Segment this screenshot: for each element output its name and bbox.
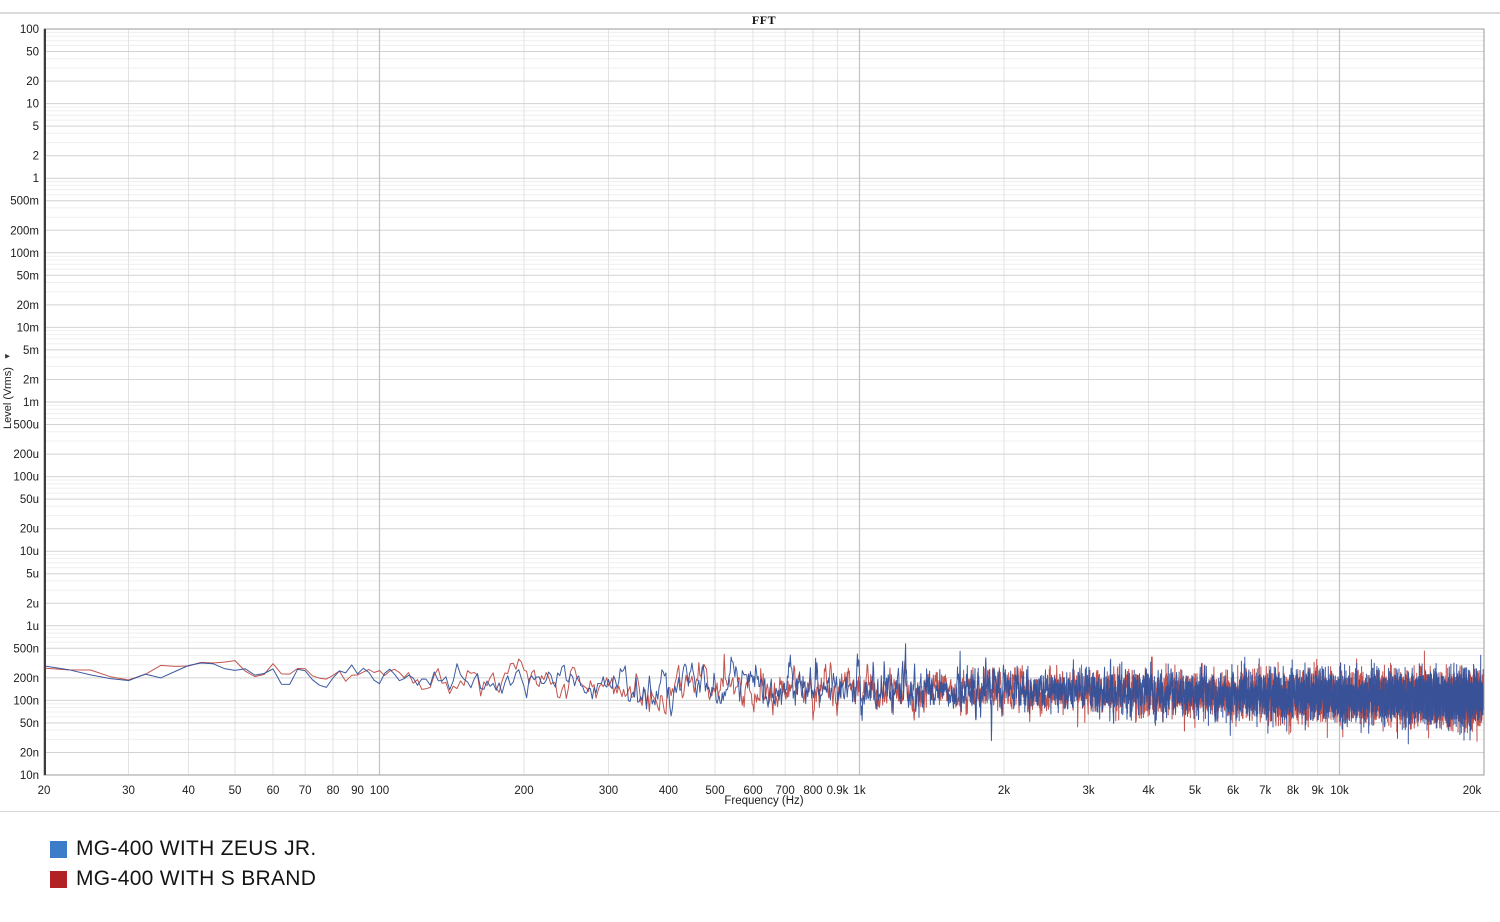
legend-item-zeus-jr: MG-400 WITH ZEUS JR. bbox=[50, 834, 317, 864]
svg-text:50u: 50u bbox=[20, 494, 39, 506]
svg-text:10: 10 bbox=[26, 99, 39, 111]
y-axis-title: Level (Vrms) ◄ bbox=[2, 352, 14, 429]
y-axis-title-text: Level (Vrms) bbox=[2, 367, 14, 429]
svg-text:5: 5 bbox=[33, 121, 39, 133]
x-axis-title: Frequency (Hz) bbox=[44, 795, 1484, 807]
series-color-swatch-blue bbox=[50, 841, 67, 858]
svg-text:1u: 1u bbox=[26, 621, 39, 633]
legend-item-s-brand: MG-400 WITH S BRAND bbox=[50, 864, 317, 894]
svg-text:100n: 100n bbox=[13, 695, 39, 707]
series-label: MG-400 WITH S BRAND bbox=[76, 867, 316, 891]
svg-text:100u: 100u bbox=[13, 472, 39, 484]
svg-text:1m: 1m bbox=[23, 397, 39, 409]
panel-bottom-border bbox=[0, 811, 1500, 812]
svg-text:20: 20 bbox=[26, 76, 39, 88]
svg-text:200u: 200u bbox=[13, 449, 39, 461]
plot-area: 100 50 20 10 5 2 1 500m 200m 100m 50m 20m 10m 5m 2m 1m 5… bbox=[0, 0, 1500, 830]
legend: MG-400 WITH ZEUS JR. MG-400 WITH S BRAND bbox=[50, 834, 317, 894]
svg-text:500u: 500u bbox=[13, 419, 39, 431]
svg-text:20n: 20n bbox=[20, 748, 39, 760]
svg-text:500n: 500n bbox=[13, 643, 39, 655]
svg-text:1: 1 bbox=[33, 173, 39, 185]
axis-cursor-icon: ◄ bbox=[3, 352, 12, 361]
svg-text:50n: 50n bbox=[20, 718, 39, 730]
svg-text:2m: 2m bbox=[23, 375, 39, 387]
svg-text:2u: 2u bbox=[26, 598, 39, 610]
svg-text:5m: 5m bbox=[23, 345, 39, 357]
svg-text:10u: 10u bbox=[20, 546, 39, 558]
svg-text:2: 2 bbox=[33, 151, 39, 163]
svg-text:10m: 10m bbox=[17, 322, 39, 334]
svg-text:100m: 100m bbox=[10, 248, 39, 260]
svg-text:100: 100 bbox=[20, 24, 39, 36]
svg-text:20u: 20u bbox=[20, 524, 39, 536]
svg-text:50m: 50m bbox=[17, 270, 39, 282]
svg-text:200m: 200m bbox=[10, 225, 39, 237]
svg-text:500m: 500m bbox=[10, 196, 39, 208]
svg-text:5u: 5u bbox=[26, 569, 39, 581]
svg-text:200n: 200n bbox=[13, 673, 39, 685]
fft-chart-panel: FFT AP 100502010521500m200m100m50m20m10m… bbox=[0, 0, 1500, 922]
svg-text:50: 50 bbox=[26, 46, 39, 58]
svg-text:20m: 20m bbox=[17, 300, 39, 312]
series-color-swatch-red bbox=[50, 871, 67, 888]
series-label: MG-400 WITH ZEUS JR. bbox=[76, 837, 317, 861]
svg-text:10n: 10n bbox=[20, 770, 39, 782]
